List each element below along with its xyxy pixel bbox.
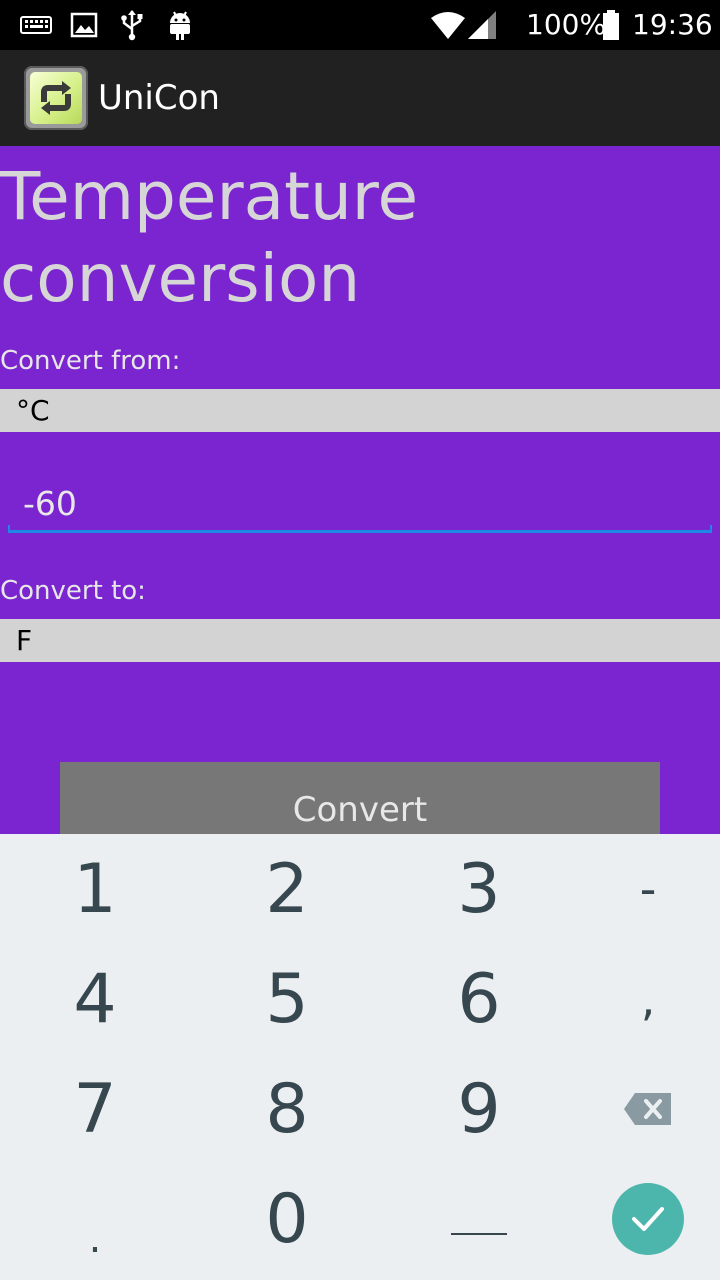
key-0[interactable]: 0: [197, 1164, 377, 1274]
value-input-text: -60: [23, 484, 77, 523]
convert-button[interactable]: Convert: [60, 762, 660, 834]
key-7[interactable]: 7: [5, 1054, 185, 1164]
key-dot[interactable]: .: [5, 1164, 185, 1274]
status-bar: 100% 19:36: [0, 0, 720, 50]
android-icon: [166, 8, 194, 42]
convert-arrows-icon: [24, 66, 88, 130]
key-9[interactable]: 9: [389, 1054, 569, 1164]
key-6[interactable]: 6: [389, 944, 569, 1054]
from-unit-value: °C: [16, 394, 50, 427]
checkmark-icon: [612, 1183, 684, 1255]
key-5[interactable]: 5: [197, 944, 377, 1054]
input-underline: [8, 525, 712, 533]
battery-percent: 100%: [526, 8, 607, 41]
page-title-line-2: conversion: [0, 240, 361, 317]
convert-to-label: Convert to:: [0, 576, 146, 606]
key-comma[interactable]: ,: [558, 944, 720, 1054]
backspace-key[interactable]: [558, 1054, 720, 1164]
action-bar: UniCon: [0, 50, 720, 146]
key-minus[interactable]: -: [558, 834, 720, 944]
wifi-icon: [430, 8, 466, 42]
space-icon: [451, 1233, 507, 1235]
usb-icon: [118, 8, 146, 42]
key-1[interactable]: 1: [5, 834, 185, 944]
numeric-keyboard: 1 2 3 - 4 5 6 , 7 8 9 . 0: [0, 834, 720, 1280]
keyboard-icon: [20, 8, 52, 42]
battery-icon: [602, 8, 620, 42]
signal-icon: [466, 8, 498, 42]
value-input[interactable]: -60: [8, 470, 712, 534]
page-title-line-1: Temperature: [0, 158, 419, 235]
key-4[interactable]: 4: [5, 944, 185, 1054]
clock: 19:36: [632, 8, 713, 41]
key-8[interactable]: 8: [197, 1054, 377, 1164]
image-icon: [70, 8, 98, 42]
key-2[interactable]: 2: [197, 834, 377, 944]
enter-key[interactable]: [558, 1164, 720, 1274]
space-key[interactable]: [389, 1164, 569, 1274]
convert-from-label: Convert from:: [0, 346, 181, 376]
page-title: Temperature conversion: [0, 156, 720, 320]
to-unit-value: F: [16, 624, 33, 657]
from-unit-spinner[interactable]: °C: [0, 389, 720, 432]
app-title: UniCon: [98, 78, 220, 118]
to-unit-spinner[interactable]: F: [0, 619, 720, 662]
backspace-icon: [624, 1093, 671, 1125]
key-dot-label: .: [88, 1216, 102, 1262]
key-3[interactable]: 3: [389, 834, 569, 944]
